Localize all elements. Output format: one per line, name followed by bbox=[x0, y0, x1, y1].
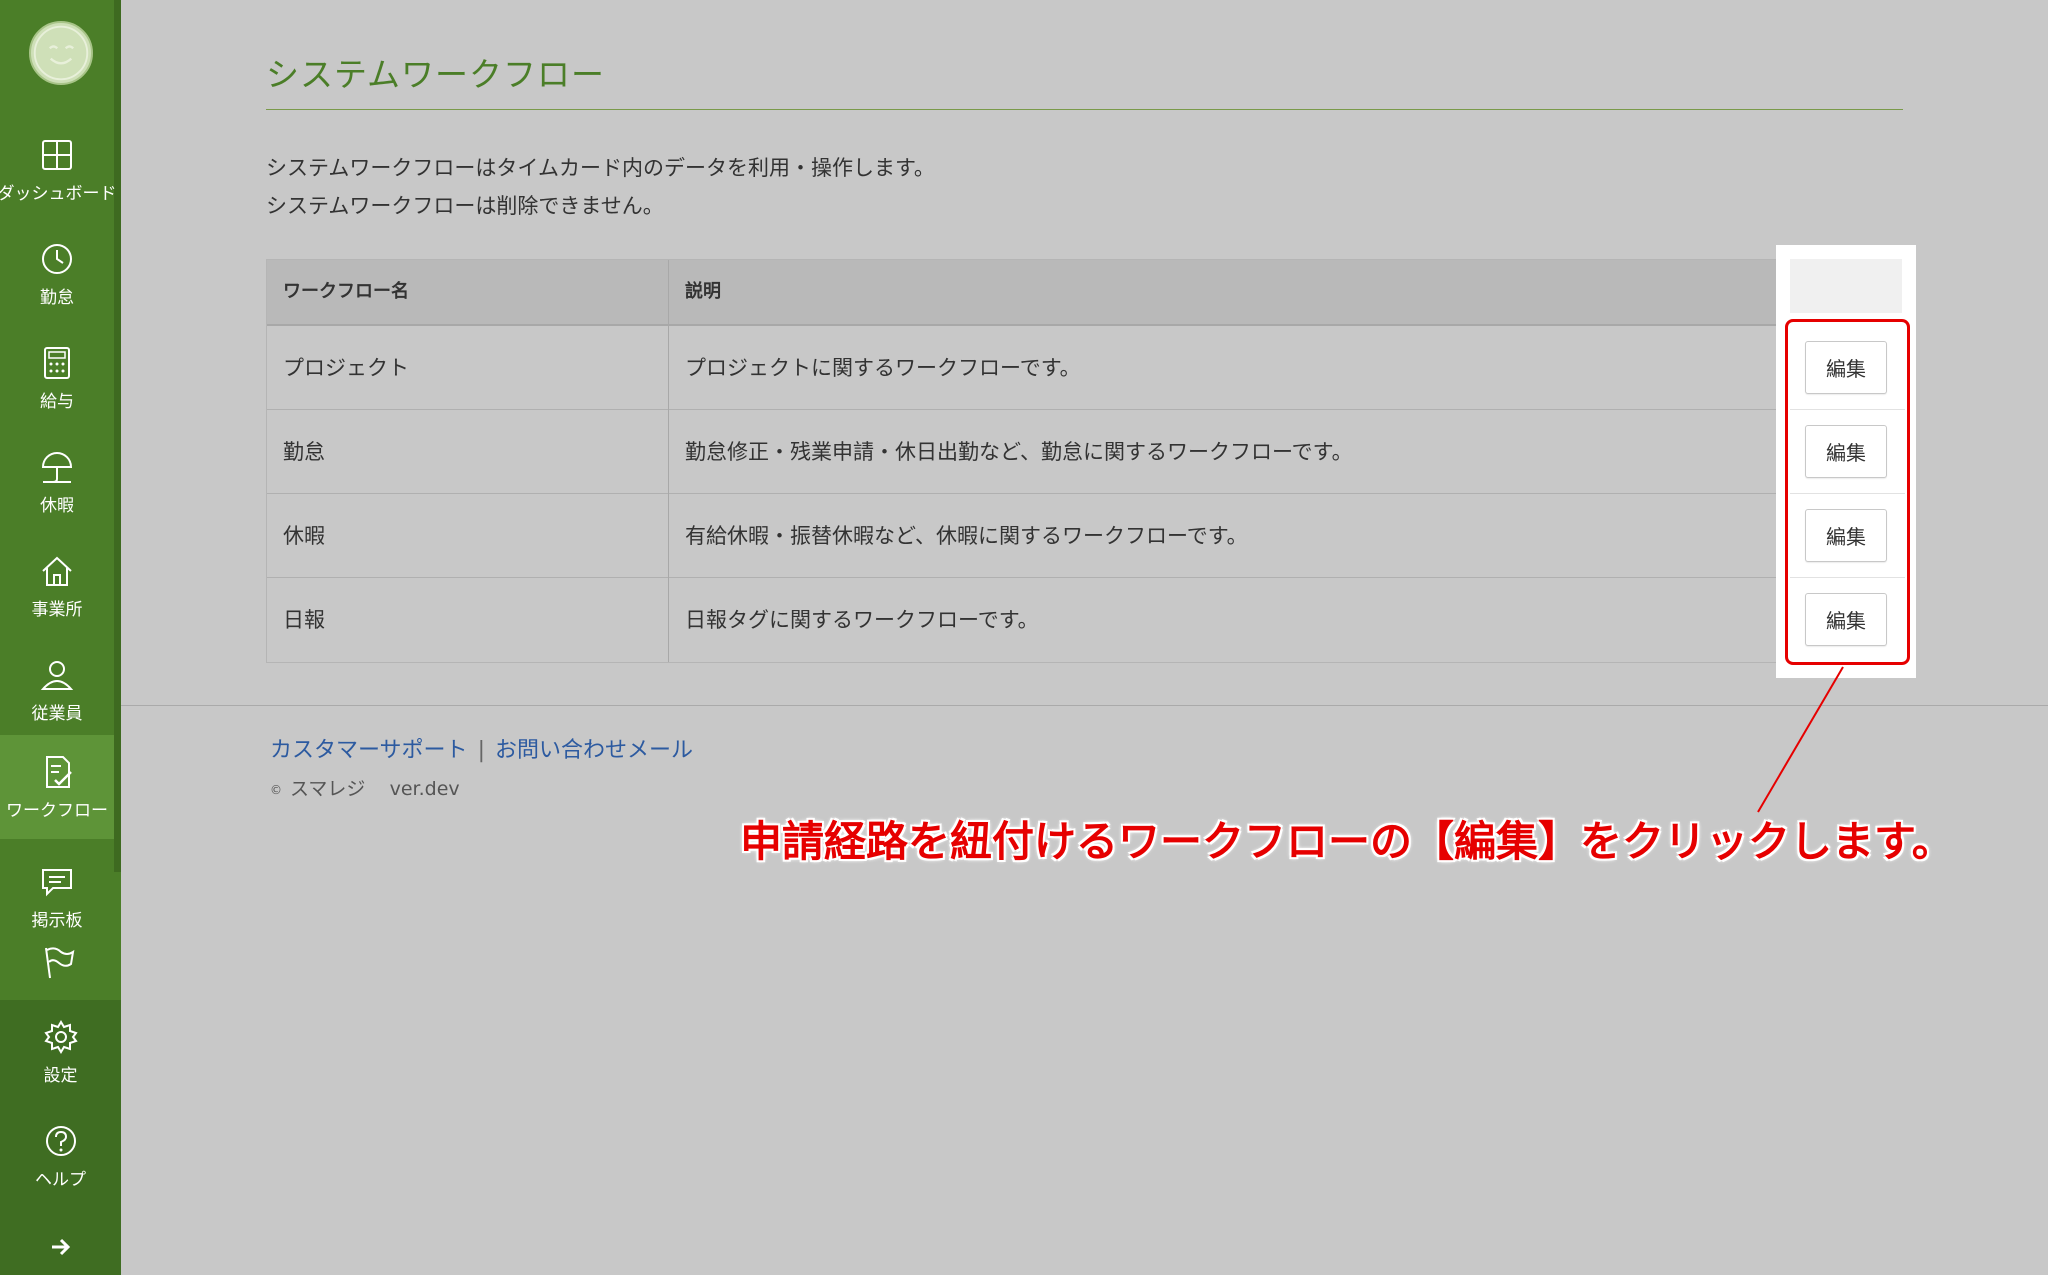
workflow-name: 日報 bbox=[283, 608, 325, 632]
sidebar: ダッシュボード 勤怠 給与 休暇 事業所 従業員 ワークフロー 掲示板 設定 ヘ… bbox=[0, 0, 121, 1275]
page-title: システムワークフロー bbox=[266, 55, 606, 94]
flag-icon bbox=[45, 947, 75, 979]
sidebar-item-label: ダッシュボード bbox=[0, 183, 117, 204]
customer-support-link[interactable]: カスタマーサポート bbox=[270, 738, 468, 763]
sidebar-item-label: 勤怠 bbox=[40, 287, 74, 308]
home-icon bbox=[42, 556, 72, 586]
sidebar-item-label: 掲示板 bbox=[31, 910, 83, 931]
copyright-symbol: © bbox=[270, 782, 282, 797]
dashboard-icon bbox=[42, 139, 72, 170]
sidebar-item-attendance[interactable]: 勤怠 bbox=[0, 222, 114, 326]
sidebar-item-label: 設定 bbox=[43, 1065, 78, 1086]
logo[interactable] bbox=[29, 21, 93, 85]
gear-icon bbox=[43, 1019, 78, 1054]
arrow-right-icon bbox=[51, 1238, 70, 1256]
workflow-name: 休暇 bbox=[283, 524, 325, 548]
sidebar-item-help[interactable]: ヘルプ bbox=[0, 1104, 121, 1208]
title-divider bbox=[266, 109, 1903, 110]
table-row: 日報 日報タグに関するワークフローです。 bbox=[267, 578, 1902, 662]
person-icon bbox=[40, 660, 74, 690]
contact-email-link[interactable]: お問い合わせメール bbox=[495, 738, 693, 763]
sidebar-item-label: 給与 bbox=[40, 391, 74, 412]
annotation-text: 申請経路を紐付けるワークフローの【編集】をクリックします。 bbox=[740, 817, 1954, 866]
chat-icon bbox=[42, 868, 72, 896]
sidebar-item-label: ワークフロー bbox=[6, 800, 108, 821]
sidebar-item-flag[interactable] bbox=[0, 944, 114, 1000]
umbrella-icon bbox=[41, 451, 73, 483]
table-row: 休暇 有給休暇・振替休暇など、休暇に関するワークフローです。 bbox=[267, 494, 1902, 578]
column-header-name: ワークフロー名 bbox=[283, 281, 409, 302]
sidebar-item-dashboard[interactable]: ダッシュボード bbox=[0, 118, 117, 222]
sidebar-item-label: 事業所 bbox=[31, 599, 83, 620]
description-line: システムワークフローはタイムカード内のデータを利用・操作します。 bbox=[266, 156, 935, 180]
company-name: スマレジ bbox=[290, 778, 366, 800]
sidebar-expand-button[interactable] bbox=[0, 1222, 121, 1272]
footer-divider bbox=[121, 705, 2048, 706]
workflow-name: 勤怠 bbox=[283, 440, 325, 464]
calculator-icon bbox=[44, 346, 70, 379]
workflow-name: プロジェクト bbox=[283, 356, 409, 380]
sidebar-item-settings[interactable]: 設定 bbox=[0, 1000, 121, 1104]
help-icon bbox=[45, 1125, 76, 1156]
action-column-header bbox=[1790, 259, 1902, 313]
table-row: プロジェクト プロジェクトに関するワークフローです。 bbox=[267, 326, 1902, 410]
sidebar-item-bulletin[interactable]: 掲示板 bbox=[0, 845, 114, 949]
footer-links: カスタマーサポート | お問い合わせメール bbox=[270, 732, 693, 764]
highlight-box bbox=[1785, 319, 1910, 665]
sidebar-scroll-track[interactable] bbox=[114, 0, 121, 872]
footer-separator: | bbox=[477, 738, 485, 763]
clock-icon bbox=[42, 243, 72, 274]
table-header: ワークフロー名 説明 bbox=[267, 260, 1902, 326]
copyright: © スマレジ ver.dev bbox=[270, 774, 460, 801]
sidebar-item-leave[interactable]: 休暇 bbox=[0, 430, 114, 534]
sidebar-item-payroll[interactable]: 給与 bbox=[0, 326, 114, 430]
sidebar-item-office[interactable]: 事業所 bbox=[0, 534, 114, 638]
workflow-table: ワークフロー名 説明 プロジェクト プロジェクトに関するワークフローです。 勤怠… bbox=[266, 259, 1903, 663]
sidebar-item-label: ヘルプ bbox=[35, 1169, 86, 1190]
sidebar-item-employees[interactable]: 従業員 bbox=[0, 638, 114, 742]
sidebar-item-label: 従業員 bbox=[31, 703, 83, 724]
description-line: システムワークフローは削除できません。 bbox=[266, 194, 664, 218]
table-row: 勤怠 勤怠修正・残業申請・休日出勤など、勤怠に関するワークフローです。 bbox=[267, 410, 1902, 494]
sidebar-item-workflow[interactable]: ワークフロー bbox=[0, 735, 114, 839]
smiley-logo-icon bbox=[33, 25, 89, 81]
sidebar-item-label: 休暇 bbox=[40, 495, 74, 516]
version-label: ver.dev bbox=[389, 778, 460, 800]
checklist-icon bbox=[46, 755, 72, 788]
